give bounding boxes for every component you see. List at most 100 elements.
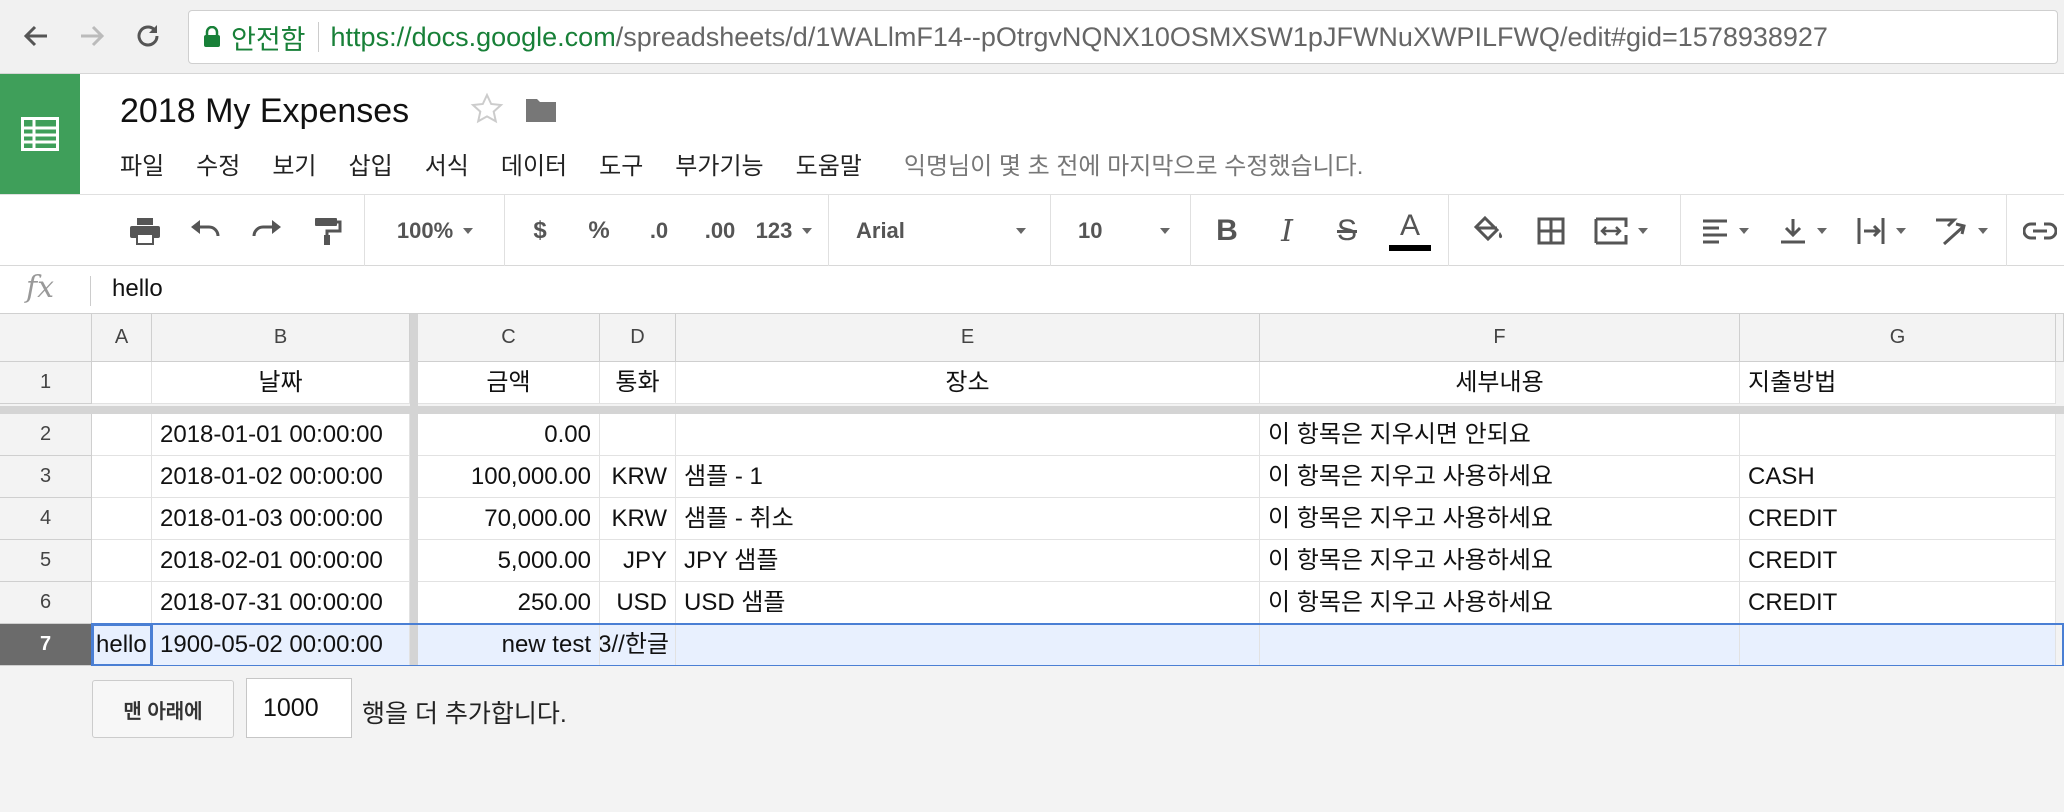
- row-header-4[interactable]: 4: [0, 498, 92, 540]
- cell-b3[interactable]: 2018-01-02 00:00:00: [152, 456, 410, 498]
- cell-e7[interactable]: [676, 624, 1260, 666]
- cell-d4[interactable]: KRW: [600, 498, 676, 540]
- cell-a2[interactable]: [92, 414, 152, 456]
- menu-view[interactable]: 보기: [272, 146, 316, 181]
- row-header-3[interactable]: 3: [0, 456, 92, 498]
- cell-g1[interactable]: 지출방법: [1740, 362, 2056, 404]
- menu-data[interactable]: 데이터: [501, 146, 567, 181]
- menu-tools[interactable]: 도구: [599, 146, 643, 181]
- cell-f1[interactable]: 세부내용: [1260, 362, 1740, 404]
- cell-b4[interactable]: 2018-01-03 00:00:00: [152, 498, 410, 540]
- cell-b5[interactable]: 2018-02-01 00:00:00: [152, 540, 410, 582]
- undo-button[interactable]: [182, 195, 228, 267]
- cell-a5[interactable]: [92, 540, 152, 582]
- frozen-row-divider[interactable]: [0, 406, 2064, 414]
- cell-f5[interactable]: 이 항목은 지우고 사용하세요: [1260, 540, 1740, 582]
- cell-a6[interactable]: [92, 582, 152, 624]
- formula-input[interactable]: hello: [112, 275, 163, 303]
- row-header-5[interactable]: 5: [0, 540, 92, 582]
- paint-format-button[interactable]: [304, 195, 350, 267]
- column-header-e[interactable]: E: [676, 314, 1260, 362]
- column-header-c[interactable]: C: [418, 314, 600, 362]
- row-header-2[interactable]: 2: [0, 414, 92, 456]
- cell-g5[interactable]: CREDIT: [1740, 540, 2056, 582]
- menu-insert[interactable]: 삽입: [349, 146, 393, 181]
- italic-button[interactable]: I: [1266, 195, 1308, 267]
- menu-addons[interactable]: 부가기능: [675, 146, 763, 181]
- menu-file[interactable]: 파일: [120, 146, 164, 181]
- cell-d3[interactable]: KRW: [600, 456, 676, 498]
- cell-c5[interactable]: 5,000.00: [418, 540, 600, 582]
- cell-f4[interactable]: 이 항목은 지우고 사용하세요: [1260, 498, 1740, 540]
- select-all-corner[interactable]: [0, 314, 92, 362]
- cell-g7[interactable]: [1740, 624, 2056, 666]
- cell-e3[interactable]: 샘플 - 1: [676, 456, 1260, 498]
- cell-b2[interactable]: 2018-01-01 00:00:00: [152, 414, 410, 456]
- vertical-align-button[interactable]: [1774, 195, 1832, 267]
- cell-e6[interactable]: USD 샘플: [676, 582, 1260, 624]
- cell-c3[interactable]: 100,000.00: [418, 456, 600, 498]
- reload-button[interactable]: [126, 14, 170, 58]
- cell-c6[interactable]: 250.00: [418, 582, 600, 624]
- document-title[interactable]: 2018 My Expenses: [120, 92, 409, 131]
- cell-b1[interactable]: 날짜: [152, 362, 410, 404]
- cell-c7[interactable]: new test: [418, 624, 600, 666]
- increase-decimal-button[interactable]: .00: [692, 195, 748, 267]
- cell-e4[interactable]: 샘플 - 취소: [676, 498, 1260, 540]
- rows-count-input[interactable]: [246, 678, 352, 738]
- more-formats-select[interactable]: 123: [752, 195, 816, 267]
- row-header-6[interactable]: 6: [0, 582, 92, 624]
- column-header-g[interactable]: G: [1740, 314, 2056, 362]
- decrease-decimal-button[interactable]: .0: [634, 195, 684, 267]
- strikethrough-button[interactable]: S: [1326, 195, 1368, 267]
- cell-c4[interactable]: 70,000.00: [418, 498, 600, 540]
- menu-format[interactable]: 서식: [425, 146, 469, 181]
- cell-g6[interactable]: CREDIT: [1740, 582, 2056, 624]
- percent-format-button[interactable]: %: [578, 195, 620, 267]
- cell-e5[interactable]: JPY 샘플: [676, 540, 1260, 582]
- cell-c2[interactable]: 0.00: [418, 414, 600, 456]
- print-button[interactable]: [122, 195, 168, 267]
- last-edit-status[interactable]: 익명님이 몇 초 전에 마지막으로 수정했습니다.: [904, 146, 1364, 181]
- add-rows-button[interactable]: 맨 아래에: [92, 680, 234, 738]
- cell-e1[interactable]: 장소: [676, 362, 1260, 404]
- menu-help[interactable]: 도움말: [796, 146, 862, 181]
- cell-f6[interactable]: 이 항목은 지우고 사용하세요: [1260, 582, 1740, 624]
- cell-d1[interactable]: 통화: [600, 362, 676, 404]
- cell-c1[interactable]: 금액: [418, 362, 600, 404]
- sheets-logo[interactable]: [0, 74, 80, 194]
- back-button[interactable]: [14, 14, 58, 58]
- cell-f7[interactable]: [1260, 624, 1740, 666]
- cell-d7[interactable]: 3//한글: [600, 624, 676, 666]
- redo-button[interactable]: [244, 195, 290, 267]
- font-size-select[interactable]: 10: [1078, 195, 1170, 267]
- cell-g4[interactable]: CREDIT: [1740, 498, 2056, 540]
- text-rotation-button[interactable]: [1930, 195, 1992, 267]
- cell-a7[interactable]: hello: [92, 624, 152, 666]
- fill-color-button[interactable]: [1466, 195, 1512, 267]
- cell-b6[interactable]: 2018-07-31 00:00:00: [152, 582, 410, 624]
- menu-edit[interactable]: 수정: [196, 146, 240, 181]
- column-header-f[interactable]: F: [1260, 314, 1740, 362]
- cell-a1[interactable]: [92, 362, 152, 404]
- insert-link-button[interactable]: [2020, 195, 2060, 267]
- column-header-a[interactable]: A: [92, 314, 152, 362]
- borders-button[interactable]: [1528, 195, 1574, 267]
- cell-a3[interactable]: [92, 456, 152, 498]
- folder-icon[interactable]: [524, 96, 558, 129]
- cell-g2[interactable]: [1740, 414, 2056, 456]
- address-bar[interactable]: 안전함 https://docs.google.com/spreadsheets…: [188, 10, 2058, 64]
- text-wrapping-button[interactable]: [1852, 195, 1910, 267]
- cell-g3[interactable]: CASH: [1740, 456, 2056, 498]
- cell-d5[interactable]: JPY: [600, 540, 676, 582]
- frozen-column-divider[interactable]: [410, 314, 418, 666]
- font-family-select[interactable]: Arial: [856, 195, 1026, 267]
- row-header-1[interactable]: 1: [0, 362, 92, 404]
- currency-format-button[interactable]: $: [520, 195, 560, 267]
- cell-a4[interactable]: [92, 498, 152, 540]
- cell-e2[interactable]: [676, 414, 1260, 456]
- star-icon[interactable]: [470, 92, 504, 131]
- zoom-select[interactable]: 100%: [380, 195, 490, 267]
- horizontal-align-button[interactable]: [1696, 195, 1754, 267]
- cell-d6[interactable]: USD: [600, 582, 676, 624]
